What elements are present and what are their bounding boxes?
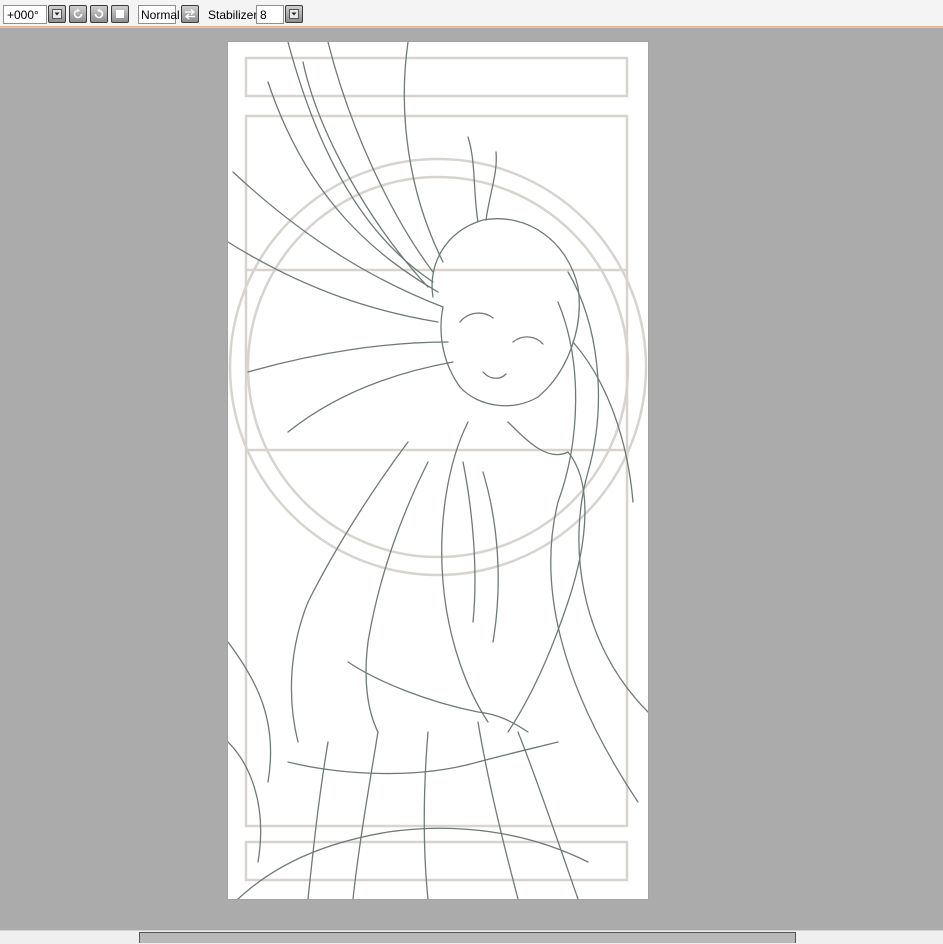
chevron-down-icon (289, 9, 299, 19)
stabilizer-label: Stabilizer (208, 8, 258, 22)
chevron-down-icon (52, 9, 62, 19)
rotate-right-button[interactable] (90, 5, 108, 23)
reset-square-icon (116, 10, 124, 18)
top-toolbar: +000° Normal Stabilizer 8 (0, 0, 943, 27)
horizontal-scrollbar[interactable] (139, 932, 796, 943)
figure-sketch (228, 42, 648, 899)
reset-rotation-button[interactable] (111, 5, 129, 23)
rotate-left-button[interactable] (69, 5, 87, 23)
rotation-dropdown-button[interactable] (48, 5, 66, 23)
flip-horizontal-icon (184, 9, 196, 20)
rotate-left-icon (73, 8, 83, 19)
stabilizer-dropdown-button[interactable] (285, 5, 303, 23)
rotation-angle-field[interactable]: +000° (3, 5, 47, 24)
stabilizer-value-field[interactable]: 8 (256, 5, 284, 24)
rotate-right-icon (94, 8, 104, 19)
flip-canvas-button[interactable] (181, 5, 199, 23)
sketch-artwork (228, 42, 648, 899)
frame-guides (228, 56, 648, 882)
blend-mode-select[interactable]: Normal (138, 5, 180, 24)
drawing-canvas[interactable] (228, 42, 648, 899)
